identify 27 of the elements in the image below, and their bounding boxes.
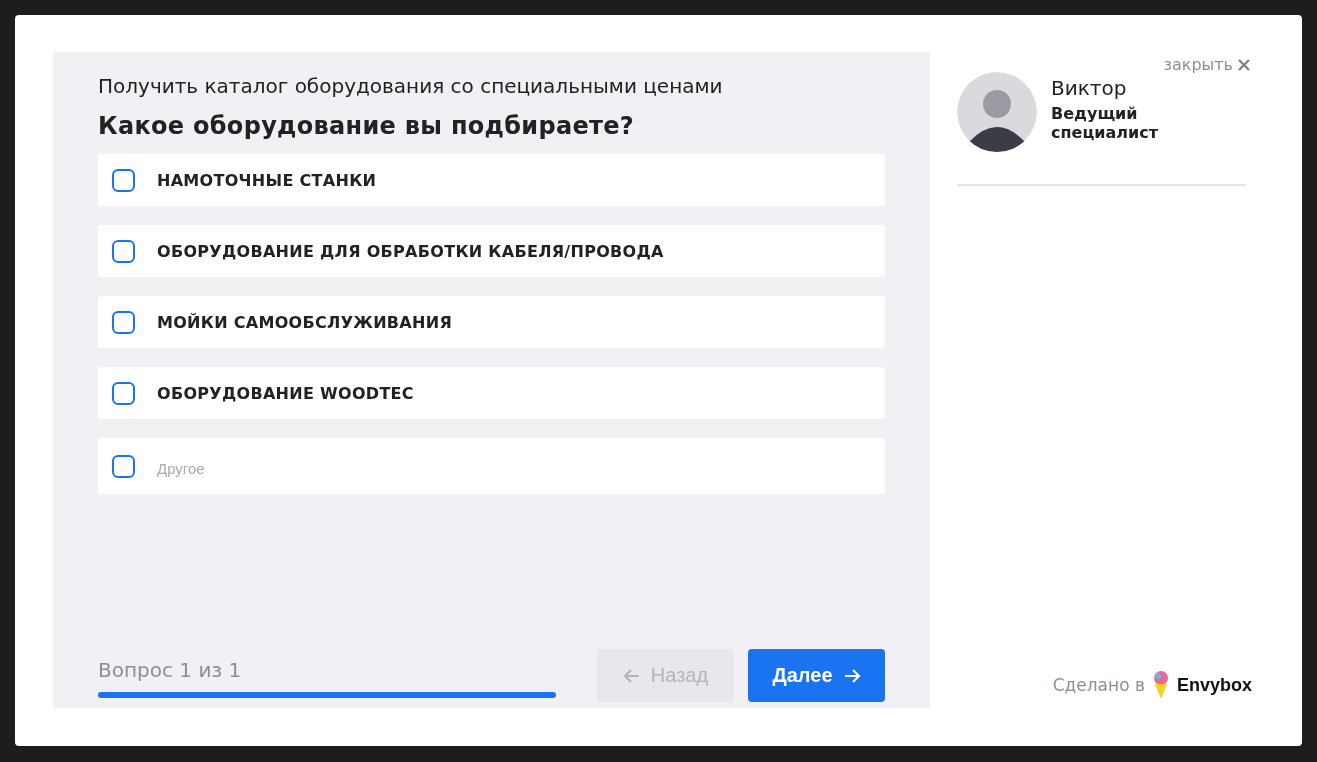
option-label: ОБОРУДОВАНИЕ ДЛЯ ОБРАБОТКИ КАБЕЛЯ/ПРОВОДА <box>157 241 664 261</box>
made-with-text: Сделано в <box>1052 675 1145 695</box>
close-icon <box>1237 57 1251 72</box>
checkbox[interactable] <box>112 454 135 478</box>
option-row[interactable]: ОБОРУДОВАНИЕ ДЛЯ ОБРАБОТКИ КАБЕЛЯ/ПРОВОДА <box>98 225 885 277</box>
avatar-icon <box>957 72 1037 152</box>
consultant-role: Ведущий специалист <box>1051 104 1159 142</box>
left-arrow-icon <box>622 667 641 684</box>
option-row[interactable]: МОЙКИ САМООБСЛУЖИВАНИЯ <box>98 296 885 348</box>
right-arrow-icon <box>842 667 861 684</box>
option-row[interactable]: Другое <box>98 438 885 494</box>
option-row[interactable]: НАМОТОЧНЫЕ СТАНКИ <box>98 154 885 206</box>
question-heading: Какое оборудование вы подбираете? <box>98 112 635 140</box>
option-label: МОЙКИ САМООБСЛУЖИВАНИЯ <box>157 312 453 332</box>
option-label: НАМОТОЧНЫЕ СТАНКИ <box>157 170 377 190</box>
checkbox[interactable] <box>112 168 135 192</box>
checkbox[interactable] <box>112 310 135 334</box>
option-label: ОБОРУДОВАНИЕ WOODTEC <box>157 383 414 403</box>
option-row[interactable]: ОБОРУДОВАНИЕ WOODTEC <box>98 367 885 419</box>
other-input-field[interactable]: Другое <box>157 455 757 481</box>
progress-text: Вопрос 1 из 1 <box>98 658 243 682</box>
checkbox[interactable] <box>112 239 135 263</box>
consultant-name: Виктор <box>1051 76 1128 100</box>
quiz-title: Получить каталог оборудования со специальными ценами <box>98 74 724 98</box>
brand-name: Envybox <box>1176 674 1252 696</box>
next-button[interactable]: Далее <box>748 649 885 702</box>
checkbox[interactable] <box>112 381 135 405</box>
